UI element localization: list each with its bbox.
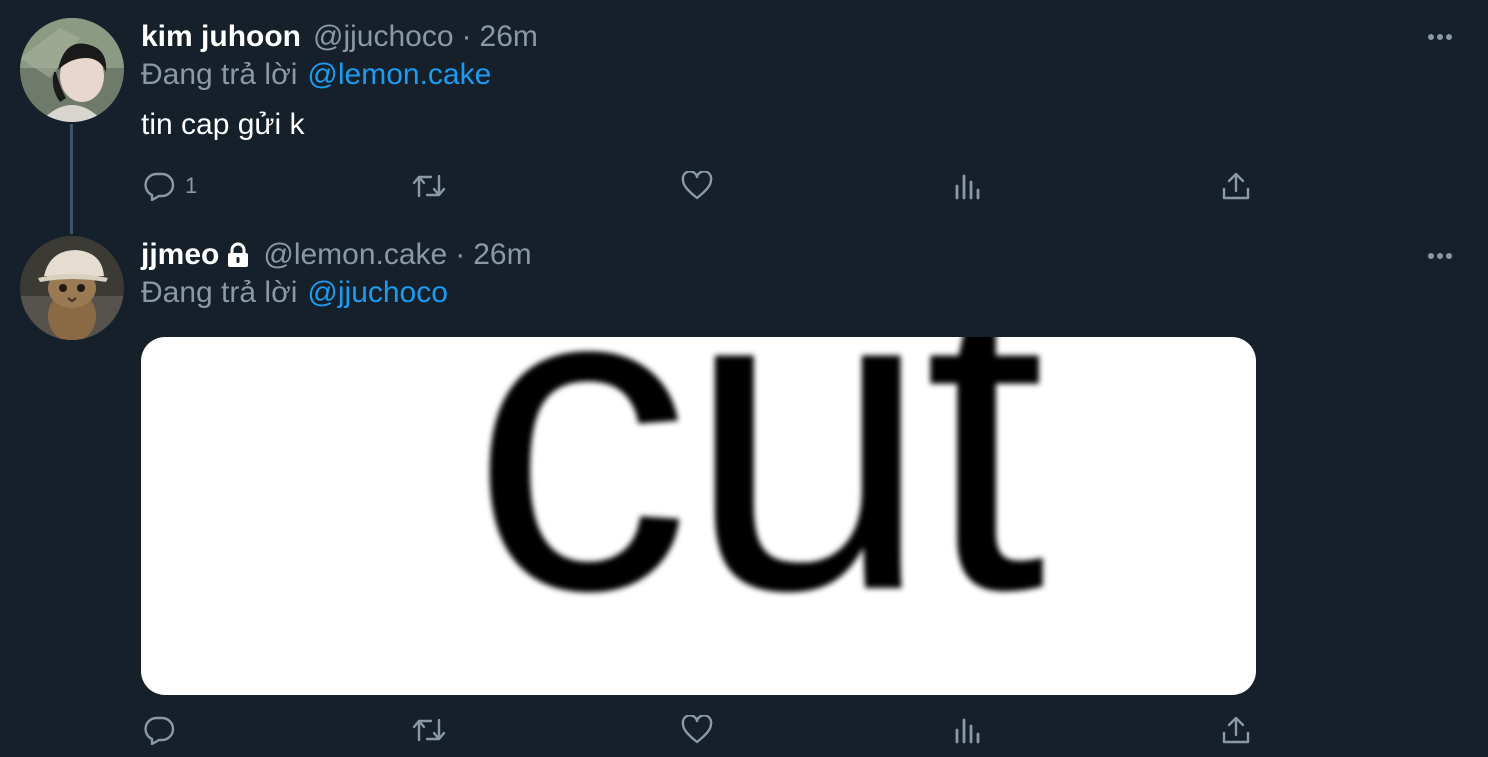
share-icon: [1222, 716, 1250, 744]
action-bar: 1: [141, 166, 1256, 206]
thread-line: [70, 124, 73, 234]
display-name[interactable]: kim juhoon: [141, 20, 301, 54]
retweet-icon: [412, 718, 446, 742]
action-bar: [141, 710, 1256, 750]
handle[interactable]: @lemon.cake: [263, 238, 447, 272]
tweet-header: kim juhoon @jjuchoco · 26m: [141, 18, 538, 56]
reply-mention-link[interactable]: @lemon.cake: [307, 58, 491, 92]
tweet-header: jjmeo @lemon.cake · 26m: [141, 236, 532, 274]
person-photo-icon: [20, 18, 124, 122]
views-icon: [955, 718, 980, 744]
reply-prefix: Đang trả lời: [141, 276, 298, 309]
handle[interactable]: @jjuchoco: [313, 20, 454, 54]
like-icon: [681, 715, 713, 744]
tweet-media-image[interactable]: cút: [141, 337, 1256, 695]
share-icon: [1222, 172, 1250, 200]
media-text: cút: [471, 337, 1046, 682]
like-icon: [681, 171, 713, 200]
retweet-button[interactable]: [411, 166, 447, 206]
reply-button[interactable]: [143, 710, 185, 750]
views-button[interactable]: [953, 710, 981, 750]
separator: ·: [461, 20, 472, 53]
views-icon: [955, 174, 980, 200]
cat-photo-icon: [20, 236, 124, 340]
tweet[interactable]: kim juhoon @jjuchoco · 26m Đang trả lời …: [0, 0, 1488, 234]
reply-count: 1: [185, 173, 198, 198]
avatar[interactable]: [20, 18, 124, 122]
tweet-text: tin cap gửi k: [141, 108, 305, 141]
replying-to: Đang trả lời @jjuchoco: [141, 274, 448, 312]
display-name[interactable]: jjmeo: [141, 238, 219, 272]
reply-icon: [144, 716, 175, 745]
retweet-icon: [412, 174, 446, 198]
reply-icon: [144, 172, 175, 201]
timestamp[interactable]: 26m: [473, 238, 531, 272]
timestamp[interactable]: 26m: [480, 20, 538, 54]
more-button[interactable]: [1420, 25, 1460, 49]
more-icon: [1428, 34, 1452, 40]
reply-button[interactable]: 1: [143, 166, 197, 206]
views-button[interactable]: [953, 166, 981, 206]
separator: ·: [455, 238, 466, 271]
reply-mention-link[interactable]: @jjuchoco: [307, 276, 448, 310]
reply-prefix: Đang trả lời: [141, 58, 298, 91]
retweet-button[interactable]: [411, 710, 447, 750]
avatar[interactable]: [20, 236, 124, 340]
more-button[interactable]: [1420, 244, 1460, 268]
like-button[interactable]: [681, 166, 713, 206]
share-button[interactable]: [1221, 166, 1251, 206]
share-button[interactable]: [1221, 710, 1251, 750]
more-icon: [1428, 253, 1452, 259]
lock-icon: [225, 242, 251, 268]
replying-to: Đang trả lời @lemon.cake: [141, 56, 491, 94]
like-button[interactable]: [681, 710, 713, 750]
